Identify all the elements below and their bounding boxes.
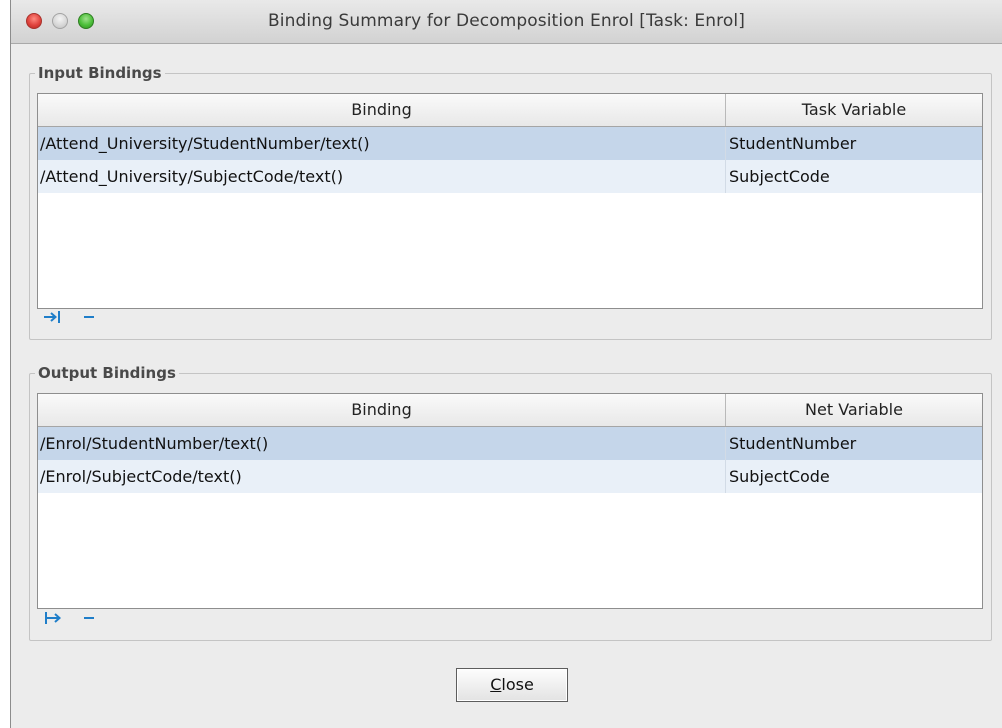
input-bindings-group: Input Bindings Binding Task Variable /At… [29,63,992,340]
binding-cell: /Attend_University/SubjectCode/text() [38,160,726,193]
variable-cell: SubjectCode [729,467,830,486]
table-row[interactable]: /Enrol/SubjectCode/text() SubjectCode [38,460,982,493]
input-bindings-table[interactable]: Binding Task Variable /Attend_University… [37,93,983,309]
remove-binding-icon[interactable] [78,608,100,628]
output-bindings-table[interactable]: Binding Net Variable /Enrol/StudentNumbe… [37,393,983,609]
add-binding-icon[interactable] [42,608,64,628]
window-title: Binding Summary for Decomposition Enrol … [268,11,745,31]
close-label: lose [501,675,534,694]
title-bar[interactable]: Binding Summary for Decomposition Enrol … [11,0,1002,44]
output-bindings-toolbar [42,608,100,628]
output-bindings-group: Output Bindings Binding Net Variable /En… [29,363,992,641]
binding-cell: /Attend_University/StudentNumber/text() [38,127,726,160]
binding-cell: /Enrol/SubjectCode/text() [38,460,726,493]
variable-cell: SubjectCode [729,167,830,186]
close-button[interactable]: Close [456,668,568,702]
output-bindings-title: Output Bindings [35,363,179,383]
column-header-binding[interactable]: Binding [38,394,726,426]
binding-summary-dialog: Binding Summary for Decomposition Enrol … [10,0,1002,728]
column-header-binding[interactable]: Binding [38,94,726,126]
column-header-net-variable[interactable]: Net Variable [726,394,982,426]
table-row[interactable]: /Attend_University/StudentNumber/text() … [38,127,982,160]
table-header: Binding Net Variable [38,394,982,427]
variable-cell: StudentNumber [729,134,857,153]
close-mnemonic: C [490,675,502,694]
add-binding-icon[interactable] [42,307,64,327]
input-bindings-toolbar [42,307,100,327]
input-bindings-title: Input Bindings [35,63,165,83]
column-header-task-variable[interactable]: Task Variable [726,94,982,126]
binding-cell: /Enrol/StudentNumber/text() [38,427,726,460]
table-row[interactable]: /Attend_University/SubjectCode/text() Su… [38,160,982,193]
remove-binding-icon[interactable] [78,307,100,327]
variable-cell: StudentNumber [729,434,857,453]
table-header: Binding Task Variable [38,94,982,127]
table-row[interactable]: /Enrol/StudentNumber/text() StudentNumbe… [38,427,982,460]
